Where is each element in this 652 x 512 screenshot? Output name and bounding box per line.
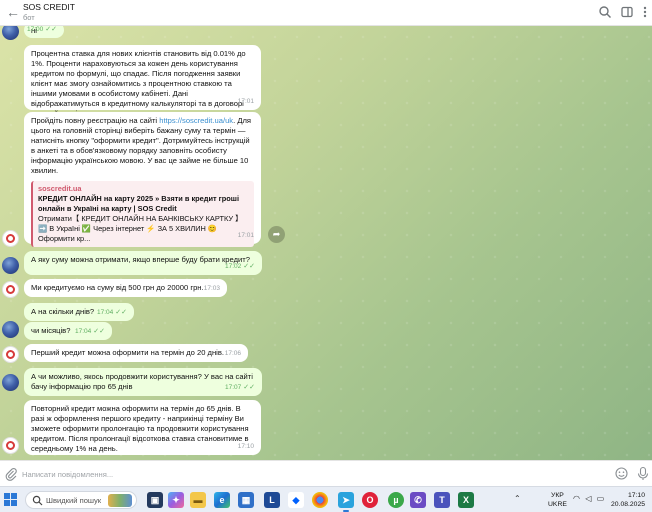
message-text: А на скільки днів? (31, 307, 95, 316)
system-tray-icons[interactable]: ◠ ◁ ▭ (573, 494, 609, 506)
emoji-icon[interactable] (614, 466, 629, 481)
message-bubble[interactable]: Ми кредитуємо на суму від 500 грн до 200… (24, 279, 227, 297)
show-hidden-icons-icon[interactable]: ⌃ (514, 494, 521, 503)
bot-avatar[interactable] (2, 281, 19, 298)
taskbar-search[interactable] (25, 491, 137, 509)
message-text: Перший кредит можна оформити на термін д… (31, 348, 224, 357)
user-avatar[interactable] (2, 321, 19, 338)
file-explorer-icon[interactable]: ▬ (190, 492, 206, 508)
composer-bar (0, 460, 652, 486)
message-text: А яку суму можна отримати, якщо вперше б… (31, 255, 250, 264)
taskbar: ▣ ✦ ▬ e ▦ L ◆ ➤ O µ ✆ T X ⌃ УКР UKRE ◠ ◁… (0, 486, 652, 512)
opera-icon[interactable]: O (362, 492, 378, 508)
search-highlight-image (108, 494, 132, 507)
user-avatar[interactable] (2, 257, 19, 274)
preview-description: Отримати【 КРЕДИТ ОНЛАЙН НА БАНКІВСЬКУ КА… (38, 214, 243, 243)
sidebar-toggle-icon[interactable] (620, 5, 634, 19)
viber-icon[interactable]: ✆ (410, 492, 426, 508)
chat-title[interactable]: SOS CREDIT (23, 2, 75, 12)
message-bubble[interactable]: Повторний кредит можна оформити на термі… (24, 400, 261, 455)
taskbar-search-input[interactable] (46, 494, 116, 507)
message-text: Ми кредитуємо на суму від 500 грн до 200… (31, 283, 204, 292)
teams-icon[interactable]: T (434, 492, 450, 508)
bot-avatar[interactable] (2, 230, 19, 247)
wifi-icon: ◠ (573, 494, 580, 503)
message-time: 17:00 ✓✓ (26, 26, 57, 33)
chrome-icon[interactable] (312, 492, 328, 508)
user-avatar[interactable] (2, 26, 19, 40)
message-time: 17:10 (237, 443, 254, 450)
message-time: 17:04 ✓✓ (74, 328, 105, 335)
dropbox-icon[interactable]: ◆ (288, 492, 304, 508)
read-check-icon: ✓✓ (45, 26, 57, 33)
message-bubble[interactable]: А чи можливо, якось продовжити користува… (24, 368, 262, 396)
search-icon[interactable] (598, 5, 612, 19)
excel-icon[interactable]: X (458, 492, 474, 508)
read-check-icon: ✓✓ (93, 328, 105, 335)
message-text: А чи можливо, якось продовжити користува… (31, 372, 253, 391)
message-time: 17:02 ✓✓ (224, 263, 255, 270)
utorrent-icon[interactable]: µ (388, 492, 404, 508)
copilot-icon[interactable]: ✦ (168, 492, 184, 508)
bot-avatar[interactable] (2, 437, 19, 454)
paperclip-icon[interactable] (4, 467, 18, 481)
message-input[interactable] (22, 466, 582, 482)
message-bubble[interactable]: ні 17:00 ✓✓ (24, 26, 64, 38)
more-menu-icon[interactable] (638, 5, 652, 19)
message-time: 17:03 (203, 285, 220, 292)
message-bubble[interactable]: Процентна ставка для нових клієнтів стан… (24, 45, 261, 118)
language-indicator[interactable]: УКР UKRE (548, 491, 567, 509)
photos-icon[interactable]: ▦ (238, 492, 254, 508)
app-l-icon[interactable]: L (264, 492, 280, 508)
message-time: 17:04 ✓✓ (96, 309, 127, 316)
telegram-icon[interactable]: ➤ (338, 492, 354, 512)
message-text: чи місяців? (31, 326, 71, 335)
user-avatar[interactable] (2, 374, 19, 391)
chat-subtitle: бот (23, 13, 35, 22)
message-time: 17:01 (237, 98, 254, 105)
bot-avatar[interactable] (2, 346, 19, 363)
clock[interactable]: 17:10 20.08.2025 (611, 491, 645, 509)
message-bubble[interactable]: чи місяців? 17:04 ✓✓ (24, 322, 112, 340)
message-bubble[interactable]: А на скільки днів? 17:04 ✓✓ (24, 303, 134, 321)
chat-header: ← SOS CREDIT бот (0, 0, 652, 26)
battery-icon: ▭ (596, 494, 605, 503)
search-icon (32, 495, 43, 506)
message-list[interactable]: ні 17:00 ✓✓ Процентна ставка для нових кл… (0, 26, 652, 460)
microphone-icon[interactable] (636, 466, 650, 481)
message-link[interactable]: https://soscredit.ua/uk (159, 116, 233, 125)
link-preview[interactable]: soscredit.ua КРЕДИТ ОНЛАЙН на карту 2025… (31, 181, 254, 247)
message-text: Пройдіть повну реєстрацію на сайті https… (31, 116, 252, 175)
message-time: 17:01 (237, 232, 254, 239)
back-arrow-icon[interactable]: ← (5, 4, 21, 20)
message-time: 17:07 ✓✓ (224, 384, 255, 391)
preview-site: soscredit.ua (38, 184, 82, 193)
read-check-icon: ✓✓ (243, 263, 255, 270)
message-text: Процентна ставка для нових клієнтів стан… (31, 49, 246, 118)
message-bubble[interactable]: Перший кредит можна оформити на термін д… (24, 344, 248, 362)
message-text: Повторний кредит можна оформити на термі… (31, 404, 249, 453)
read-check-icon: ✓✓ (115, 309, 127, 316)
windows-start-icon[interactable] (4, 493, 18, 507)
edge-browser-icon[interactable]: e (214, 492, 230, 508)
message-time: 17:06 (224, 350, 241, 357)
forward-icon[interactable]: ➦ (268, 226, 285, 243)
volume-icon: ◁ (585, 494, 592, 503)
preview-title: КРЕДИТ ОНЛАЙН на карту 2025 » Взяти в кр… (38, 194, 239, 213)
message-bubble[interactable]: Пройдіть повну реєстрацію на сайті https… (24, 112, 261, 247)
task-view-icon[interactable]: ▣ (147, 492, 163, 508)
message-bubble[interactable]: А яку суму можна отримати, якщо вперше б… (24, 251, 262, 275)
read-check-icon: ✓✓ (243, 384, 255, 391)
